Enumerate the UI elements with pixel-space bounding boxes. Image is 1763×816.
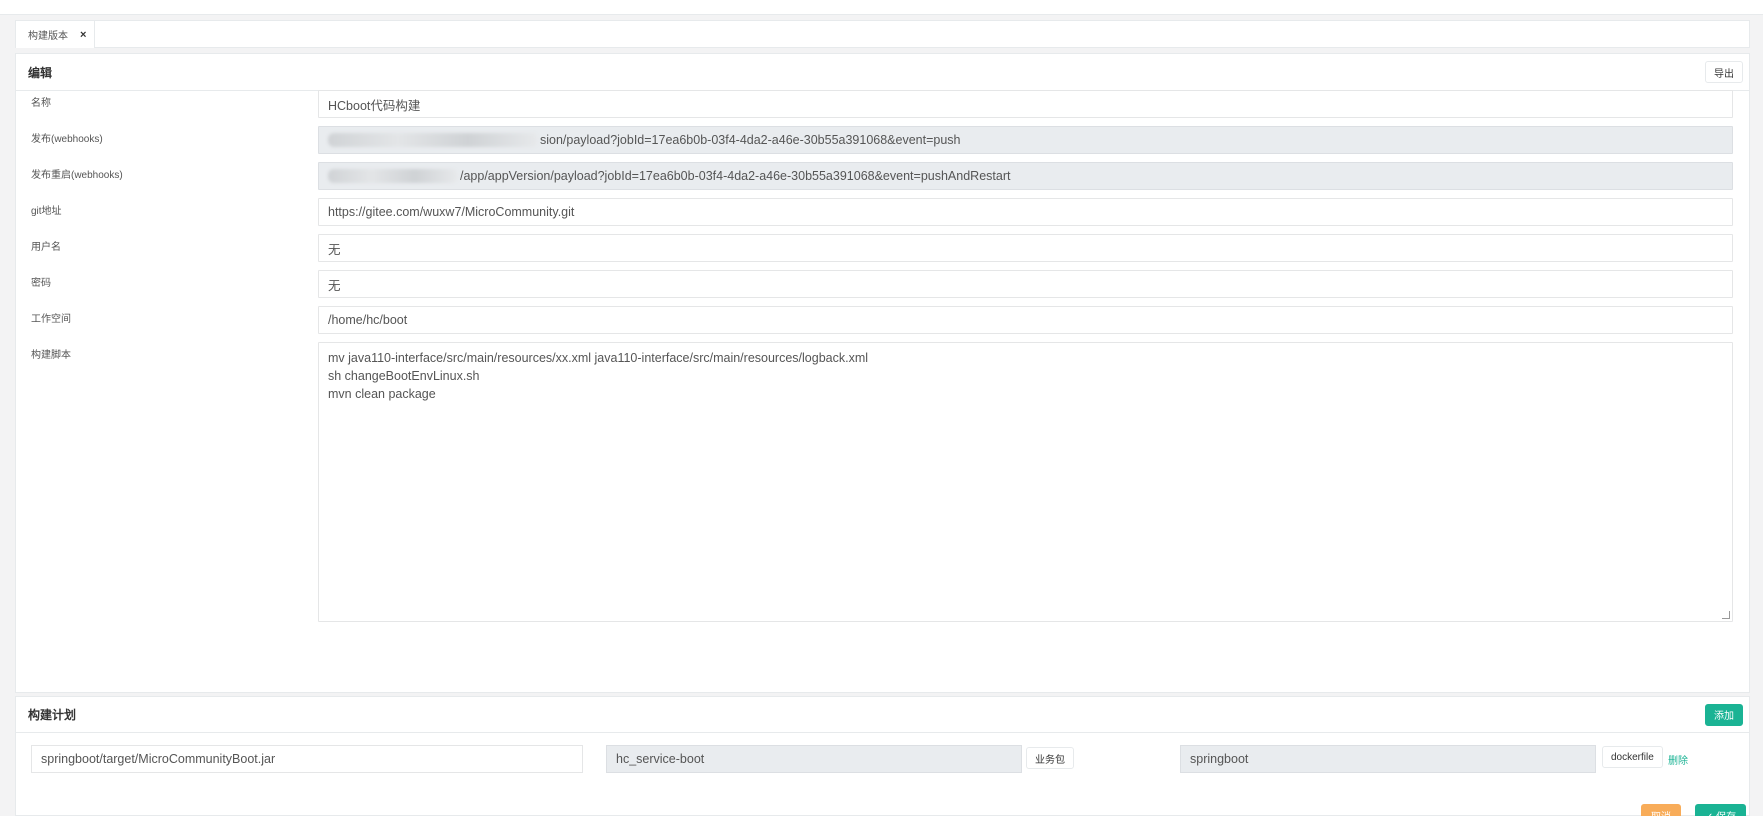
name-label: 名称 [31, 98, 51, 109]
right-gutter [1750, 15, 1763, 816]
export-button[interactable]: 导出 [1705, 61, 1743, 83]
git-url-label: git地址 [31, 206, 62, 217]
tab-build-version[interactable]: 构建版本 × [16, 21, 95, 48]
webhook-restart-input[interactable]: /app/appVersion/payload?jobId=17ea6b0b-0… [318, 162, 1733, 190]
edit-panel-header: 编辑 导出 [16, 54, 1749, 91]
username-input[interactable]: 无 [318, 234, 1733, 262]
workspace-input[interactable]: /home/hc/boot [318, 306, 1733, 334]
username-label: 用户名 [31, 242, 61, 253]
name-input[interactable]: HCboot代码构建 [318, 90, 1733, 118]
resize-handle-icon[interactable] [1722, 611, 1730, 619]
tab-label: 构建版本 [28, 31, 68, 42]
redacted-blur [328, 133, 538, 147]
build-script-text: mv java110-interface/src/main/resources/… [328, 351, 869, 401]
dockerfile-button[interactable]: dockerfile [1602, 746, 1663, 768]
plan-row: springboot/target/MicroCommunityBoot.jar… [16, 745, 1749, 775]
git-url-input[interactable]: https://gitee.com/wuxw7/MicroCommunity.g… [318, 198, 1733, 226]
service-package-button[interactable]: 业务包 [1026, 747, 1074, 769]
build-plan-title: 构建计划 [28, 708, 77, 722]
build-script-textarea[interactable]: mv java110-interface/src/main/resources/… [318, 342, 1733, 622]
build-plan-panel: 构建计划 添加 springboot/target/MicroCommunity… [15, 696, 1750, 816]
save-button[interactable]: ✓ 保存 [1695, 804, 1747, 816]
workspace-label: 工作空间 [31, 314, 71, 325]
tab-bar: 构建版本 × [15, 20, 1750, 48]
webhook-restart-value: /app/appVersion/payload?jobId=17ea6b0b-0… [460, 169, 1011, 183]
docker-image-input[interactable]: springboot [1180, 745, 1596, 773]
tab-close-icon[interactable]: × [80, 29, 86, 41]
edit-panel-title: 编辑 [28, 65, 53, 80]
webhook-input[interactable]: sion/payload?jobId=17ea6b0b-03f4-4da2-a4… [318, 126, 1733, 154]
add-plan-button[interactable]: 添加 [1705, 703, 1743, 726]
script-label: 构建脚本 [31, 350, 71, 361]
webhook-restart-label: 发布重启(webhooks) [31, 170, 123, 181]
webhook-value: sion/payload?jobId=17ea6b0b-03f4-4da2-a4… [540, 133, 961, 147]
password-input[interactable]: 无 [318, 270, 1733, 298]
service-input[interactable]: hc_service-boot [606, 745, 1022, 773]
cancel-button[interactable]: 取消 [1641, 804, 1681, 816]
build-plan-header: 构建计划 添加 [16, 697, 1749, 733]
password-label: 密码 [31, 278, 51, 289]
delete-link[interactable]: 删除 [1668, 752, 1688, 767]
top-navbar [0, 0, 1763, 15]
webhook-label: 发布(webhooks) [31, 134, 103, 145]
edit-panel: 编辑 导出 名称 HCboot代码构建 发布(webhooks) sion/pa… [15, 53, 1750, 693]
redacted-blur [328, 169, 458, 183]
jar-path-input[interactable]: springboot/target/MicroCommunityBoot.jar [31, 745, 583, 773]
